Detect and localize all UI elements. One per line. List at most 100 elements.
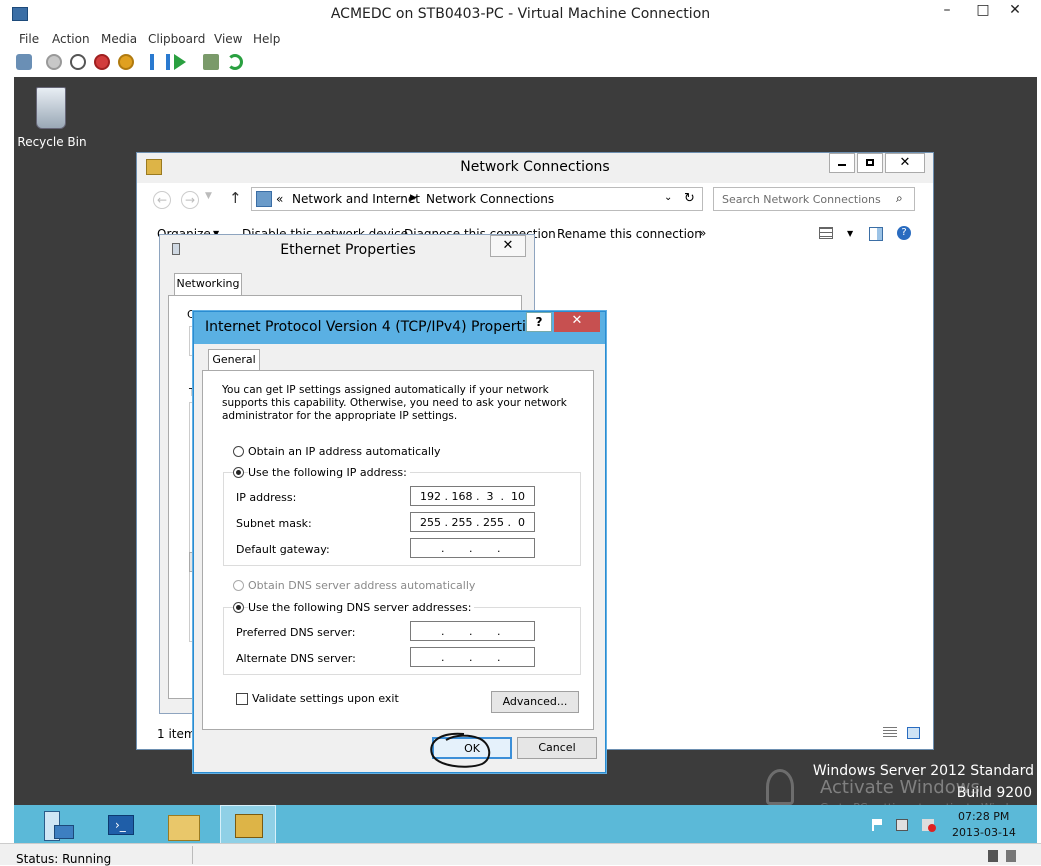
use-static-ip-label[interactable]: Use the following IP address:	[248, 466, 410, 479]
details-view-icon[interactable]	[883, 727, 897, 739]
preview-pane-icon[interactable]	[869, 227, 883, 241]
address-bar[interactable]: « Network and Internet ▶ Network Connect…	[251, 187, 703, 211]
view-dropdown-icon[interactable]: ▼	[847, 229, 853, 238]
nc-close-button[interactable]: ✕	[885, 153, 925, 173]
nc-maximize-button[interactable]	[857, 153, 883, 173]
ipv4-close-button[interactable]: ✕	[554, 312, 600, 332]
help-icon[interactable]: ?	[897, 226, 911, 240]
vm-window-title: ACMEDC on STB0403-PC - Virtual Machine C…	[330, 6, 711, 22]
validate-checkbox[interactable]	[236, 693, 248, 705]
start-icon[interactable]	[46, 54, 62, 70]
network-connections-taskbar-icon[interactable]	[220, 805, 276, 845]
server-manager-icon[interactable]	[36, 809, 76, 843]
alternate-dns-label: Alternate DNS server:	[236, 652, 356, 665]
obtain-ip-auto-radio[interactable]	[233, 446, 244, 457]
nc-minimize-button[interactable]	[829, 153, 855, 173]
ipv4-title-bar: Internet Protocol Version 4 (TCP/IPv4) P…	[194, 312, 605, 344]
pause-icon[interactable]	[150, 54, 170, 70]
ctrl-alt-del-icon[interactable]	[16, 54, 32, 70]
file-explorer-icon[interactable]	[164, 809, 204, 843]
menu-help[interactable]: Help	[253, 32, 280, 46]
nc-window-title: Network Connections	[460, 159, 610, 175]
vm-status-bar: Status: Running	[0, 843, 1041, 866]
save-state-icon[interactable]	[118, 54, 134, 70]
vm-status-text: Status: Running	[16, 852, 112, 866]
rename-button[interactable]: Rename this connection	[557, 227, 702, 241]
large-icons-view-icon[interactable]	[907, 727, 920, 739]
ipv4-help-button[interactable]: ?	[526, 312, 552, 332]
change-view-icon[interactable]	[819, 227, 833, 239]
ipv4-properties-dialog: Internet Protocol Version 4 (TCP/IPv4) P…	[193, 311, 606, 773]
obtain-ip-auto-label[interactable]: Obtain an IP address automatically	[248, 445, 441, 458]
general-tab-panel: You can get IP settings assigned automat…	[202, 370, 594, 730]
control-panel-icon	[256, 191, 272, 207]
search-box[interactable]: Search Network Connections ⌕	[713, 187, 915, 211]
cancel-button[interactable]: Cancel	[517, 737, 597, 759]
menu-media[interactable]: Media	[101, 32, 137, 46]
powershell-icon[interactable]: ›_	[102, 809, 142, 843]
turn-off-icon[interactable]	[70, 54, 86, 70]
ok-button-highlight-circle	[430, 732, 491, 768]
subnet-mask-label: Subnet mask:	[236, 517, 312, 530]
address-dropdown-icon[interactable]: ⌄	[664, 192, 672, 203]
search-icon[interactable]: ⌕	[896, 191, 903, 206]
subnet-mask-field[interactable]: 255 . 255 . 255 . 0	[410, 512, 535, 532]
ip-address-field[interactable]: 192 . 168 . 3 . 10	[410, 486, 535, 506]
keyboard-status-icon	[988, 850, 998, 862]
status-divider	[192, 846, 193, 864]
network-tray-icon[interactable]	[896, 819, 908, 831]
eth-dialog-title: Ethernet Properties	[280, 242, 416, 258]
breadcrumb-prefix[interactable]: «	[276, 192, 283, 206]
use-static-ip-radio[interactable]	[233, 467, 244, 478]
ip-address-label: IP address:	[236, 491, 297, 504]
menu-file[interactable]: File	[19, 32, 39, 46]
nc-title-bar: Network Connections ✕	[137, 153, 933, 183]
obtain-dns-auto-radio[interactable]	[233, 580, 244, 591]
vm-title-bar: ACMEDC on STB0403-PC - Virtual Machine C…	[0, 0, 1041, 30]
intro-text: You can get IP settings assigned automat…	[222, 384, 567, 422]
validate-label[interactable]: Validate settings upon exit	[252, 692, 399, 705]
obtain-dns-auto-label[interactable]: Obtain DNS server address automatically	[248, 579, 475, 592]
menu-view[interactable]: View	[214, 32, 242, 46]
shutdown-icon[interactable]	[94, 54, 110, 70]
default-gateway-label: Default gateway:	[236, 543, 330, 556]
search-placeholder: Search Network Connections	[722, 193, 881, 206]
volume-muted-icon[interactable]	[922, 819, 936, 832]
ipv4-dialog-title: Internet Protocol Version 4 (TCP/IPv4) P…	[205, 319, 542, 335]
up-icon[interactable]: ↑	[229, 189, 242, 207]
preferred-dns-field[interactable]: . . .	[410, 621, 535, 641]
vm-toolbar	[0, 50, 1041, 76]
forward-icon[interactable]: →	[181, 191, 199, 209]
menu-bar: File Action Media Clipboard View Help	[0, 30, 1041, 50]
checkpoint-icon[interactable]	[203, 54, 219, 70]
alternate-dns-field[interactable]: . . .	[410, 647, 535, 667]
menu-clipboard[interactable]: Clipboard	[148, 32, 205, 46]
recycle-bin-icon[interactable]	[36, 87, 66, 129]
action-center-flag-icon[interactable]	[872, 819, 882, 831]
resume-icon[interactable]	[174, 54, 186, 70]
use-static-dns-radio[interactable]	[233, 602, 244, 613]
default-gateway-field[interactable]: . . .	[410, 538, 535, 558]
menu-action[interactable]: Action	[52, 32, 90, 46]
eth-close-button[interactable]: ✕	[490, 235, 526, 257]
refresh-icon[interactable]: ↻	[684, 191, 695, 206]
close-button[interactable]: ✕	[992, 0, 1038, 22]
activate-key-icon	[766, 769, 794, 805]
more-commands-button[interactable]: »	[699, 226, 706, 240]
activate-windows-title: Activate Windows	[820, 777, 980, 798]
recycle-bin-label[interactable]: Recycle Bin	[14, 135, 90, 149]
eth-networking-tab[interactable]: Networking	[174, 273, 242, 295]
clock-date[interactable]: 2013-03-14	[952, 826, 1016, 839]
advanced-button[interactable]: Advanced...	[491, 691, 579, 713]
revert-icon[interactable]	[227, 54, 243, 70]
clock-time[interactable]: 07:28 PM	[958, 810, 1009, 823]
use-static-dns-label[interactable]: Use the following DNS server addresses:	[248, 601, 475, 614]
back-icon[interactable]: ←	[153, 191, 171, 209]
general-tab[interactable]: General	[208, 349, 260, 371]
breadcrumb-network-connections[interactable]: Network Connections	[426, 192, 554, 206]
item-count: 1 item	[157, 727, 196, 741]
preferred-dns-label: Preferred DNS server:	[236, 626, 356, 639]
breadcrumb-separator-icon: ▶	[410, 193, 417, 203]
breadcrumb-network-and-internet[interactable]: Network and Internet	[292, 192, 420, 206]
recent-dropdown-icon[interactable]: ▼	[205, 191, 212, 201]
